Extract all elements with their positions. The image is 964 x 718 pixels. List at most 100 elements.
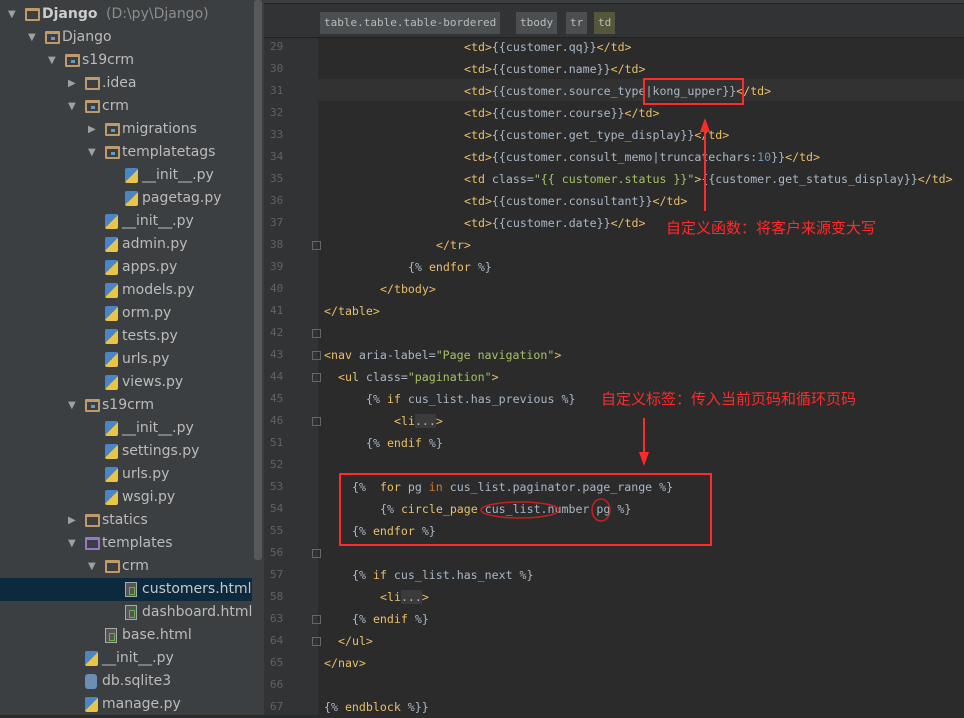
tree-item[interactable]: base.html <box>0 624 252 647</box>
tree-item[interactable]: ▼ templates <box>0 532 252 555</box>
code-token: {{customer.date}} <box>491 216 611 230</box>
code-line[interactable]: {% if cus_list.has_next %} <box>352 564 534 586</box>
code-line[interactable]: <td>{{customer.name}}</td> <box>464 58 646 80</box>
folder-icon <box>105 560 120 573</box>
tree-item[interactable]: pagetag.py <box>0 187 252 210</box>
sidebar-scrollbar[interactable] <box>254 0 262 560</box>
line-number: 37 <box>270 216 284 229</box>
expand-arrow-icon[interactable]: ▼ <box>88 141 96 164</box>
tree-item[interactable]: ▶ statics <box>0 509 252 532</box>
code-line[interactable]: <nav aria-label="Page navigation"> <box>324 344 561 366</box>
code-line[interactable]: <td>{{customer.qq}}</td> <box>464 36 632 58</box>
tree-item[interactable]: ▼ s19crm <box>0 49 252 72</box>
collapse-arrow-icon[interactable]: ▶ <box>68 72 76 95</box>
code-line[interactable]: <td>{{customer.consult_memo|truncatechar… <box>464 146 820 168</box>
breadcrumb-item[interactable]: table.table.table-bordered <box>320 12 501 34</box>
tree-item[interactable]: wsgi.py <box>0 486 252 509</box>
fold-marker-icon[interactable] <box>312 637 321 646</box>
expand-arrow-icon[interactable]: ▼ <box>88 555 96 578</box>
code-line[interactable]: {% endif %} <box>366 432 443 454</box>
code-line[interactable]: <td>{{customer.get_type_display}}</td> <box>464 124 729 146</box>
tree-item[interactable]: apps.py <box>0 256 252 279</box>
line-number: 53 <box>270 480 284 493</box>
tree-item[interactable]: ▼ Django (D:\py\Django) <box>0 3 252 26</box>
tree-item[interactable]: __init__.py <box>0 164 252 187</box>
tree-item[interactable]: orm.py <box>0 302 252 325</box>
tree-item[interactable]: urls.py <box>0 348 252 371</box>
expand-arrow-icon[interactable]: ▼ <box>28 26 36 49</box>
tree-item[interactable]: ▼ crm <box>0 555 252 578</box>
tree-item[interactable]: ▼ templatetags <box>0 141 252 164</box>
tree-item[interactable]: ▶ .idea <box>0 72 252 95</box>
code-line[interactable]: {% endif %} <box>352 608 429 630</box>
fold-marker-icon[interactable] <box>312 351 321 360</box>
breadcrumb-item[interactable]: tbody <box>516 12 558 34</box>
tree-item[interactable]: __init__.py <box>0 417 252 440</box>
code-line[interactable]: {% endfor %} <box>408 256 492 278</box>
code-line[interactable]: <ul class="pagination"> <box>338 366 499 388</box>
tree-item[interactable]: urls.py <box>0 463 252 486</box>
code-line[interactable]: <li...> <box>380 586 429 608</box>
code-line[interactable]: <td>{{customer.consultant}}</td> <box>464 190 687 212</box>
tree-item-label: dashboard.html <box>142 604 253 620</box>
expand-arrow-icon[interactable]: ▼ <box>48 49 56 72</box>
code-token: </td> <box>652 194 688 208</box>
py-icon <box>105 375 118 390</box>
code-editor[interactable]: table.table.table-bordered tbody tr td 2… <box>264 0 964 715</box>
tree-item[interactable]: tests.py <box>0 325 252 348</box>
code-token: <td> <box>464 62 492 76</box>
annotation-tag: 自定义标签：传入当前页码和循环页码 <box>601 390 857 408</box>
tree-item[interactable]: admin.py <box>0 233 252 256</box>
tree-item[interactable]: ▼ Django <box>0 26 252 49</box>
fold-marker-icon[interactable] <box>312 329 321 338</box>
breadcrumb-item[interactable]: tr <box>566 12 588 34</box>
code-line[interactable]: </tr> <box>436 234 471 256</box>
code-line[interactable]: <li...> <box>394 410 443 432</box>
fold-marker-icon[interactable] <box>312 417 321 426</box>
tree-item[interactable]: __init__.py <box>0 647 252 670</box>
collapse-arrow-icon[interactable]: ▶ <box>88 118 96 141</box>
code-line[interactable]: <td>{{customer.course}}</td> <box>464 102 659 124</box>
expand-arrow-icon[interactable]: ▼ <box>68 394 76 417</box>
html-icon <box>125 582 137 597</box>
fold-marker-icon[interactable] <box>312 549 321 558</box>
code-line[interactable]: {% if cus_list.has_previous %} <box>366 388 575 410</box>
code-line[interactable]: </nav> <box>324 652 366 674</box>
code-token: <td> <box>464 84 492 98</box>
arrow-up-icon <box>700 118 710 211</box>
code-token: endblock <box>344 700 401 714</box>
line-number: 40 <box>270 282 284 295</box>
code-token: <td> <box>464 128 492 142</box>
tree-item-label: migrations <box>122 121 197 137</box>
tree-item[interactable]: dashboard.html <box>0 601 252 624</box>
project-tree: ▼ Django (D:\py\Django) ▼ Django ▼ s19crm ▶ .id… <box>0 0 264 715</box>
expand-arrow-icon[interactable]: ▼ <box>8 3 16 26</box>
code-token: <td> <box>464 150 492 164</box>
code-token: {% <box>352 612 373 626</box>
tree-item[interactable]: __init__.py <box>0 210 252 233</box>
tree-item[interactable]: views.py <box>0 371 252 394</box>
code-line[interactable]: </table> <box>324 300 380 322</box>
tree-item[interactable]: customers.html <box>0 578 252 601</box>
tree-item[interactable]: ▼ s19crm <box>0 394 252 417</box>
code-line[interactable]: </ul> <box>338 630 373 652</box>
collapse-arrow-icon[interactable]: ▶ <box>68 509 76 532</box>
tree-item[interactable]: settings.py <box>0 440 252 463</box>
breadcrumb-item[interactable]: td <box>594 12 616 34</box>
tree-item[interactable]: ▼ crm <box>0 95 252 118</box>
fold-marker-icon[interactable] <box>312 241 321 250</box>
tree-item-label: manage.py <box>102 696 181 712</box>
code-line[interactable]: </tbody> <box>380 278 436 300</box>
code-line[interactable]: <td>{{customer.date}}</td> <box>464 212 646 234</box>
tree-item[interactable]: ▶ migrations <box>0 118 252 141</box>
line-number: 44 <box>270 370 284 383</box>
code-token: cus_list.has_previous %} <box>400 392 576 406</box>
tree-item[interactable]: models.py <box>0 279 252 302</box>
code-token: <ul <box>338 370 366 384</box>
tree-item[interactable]: manage.py <box>0 693 252 715</box>
expand-arrow-icon[interactable]: ▼ <box>68 95 76 118</box>
fold-marker-icon[interactable] <box>312 373 321 382</box>
fold-marker-icon[interactable] <box>312 615 321 624</box>
tree-item[interactable]: db.sqlite3 <box>0 670 252 693</box>
expand-arrow-icon[interactable]: ▼ <box>68 532 76 555</box>
